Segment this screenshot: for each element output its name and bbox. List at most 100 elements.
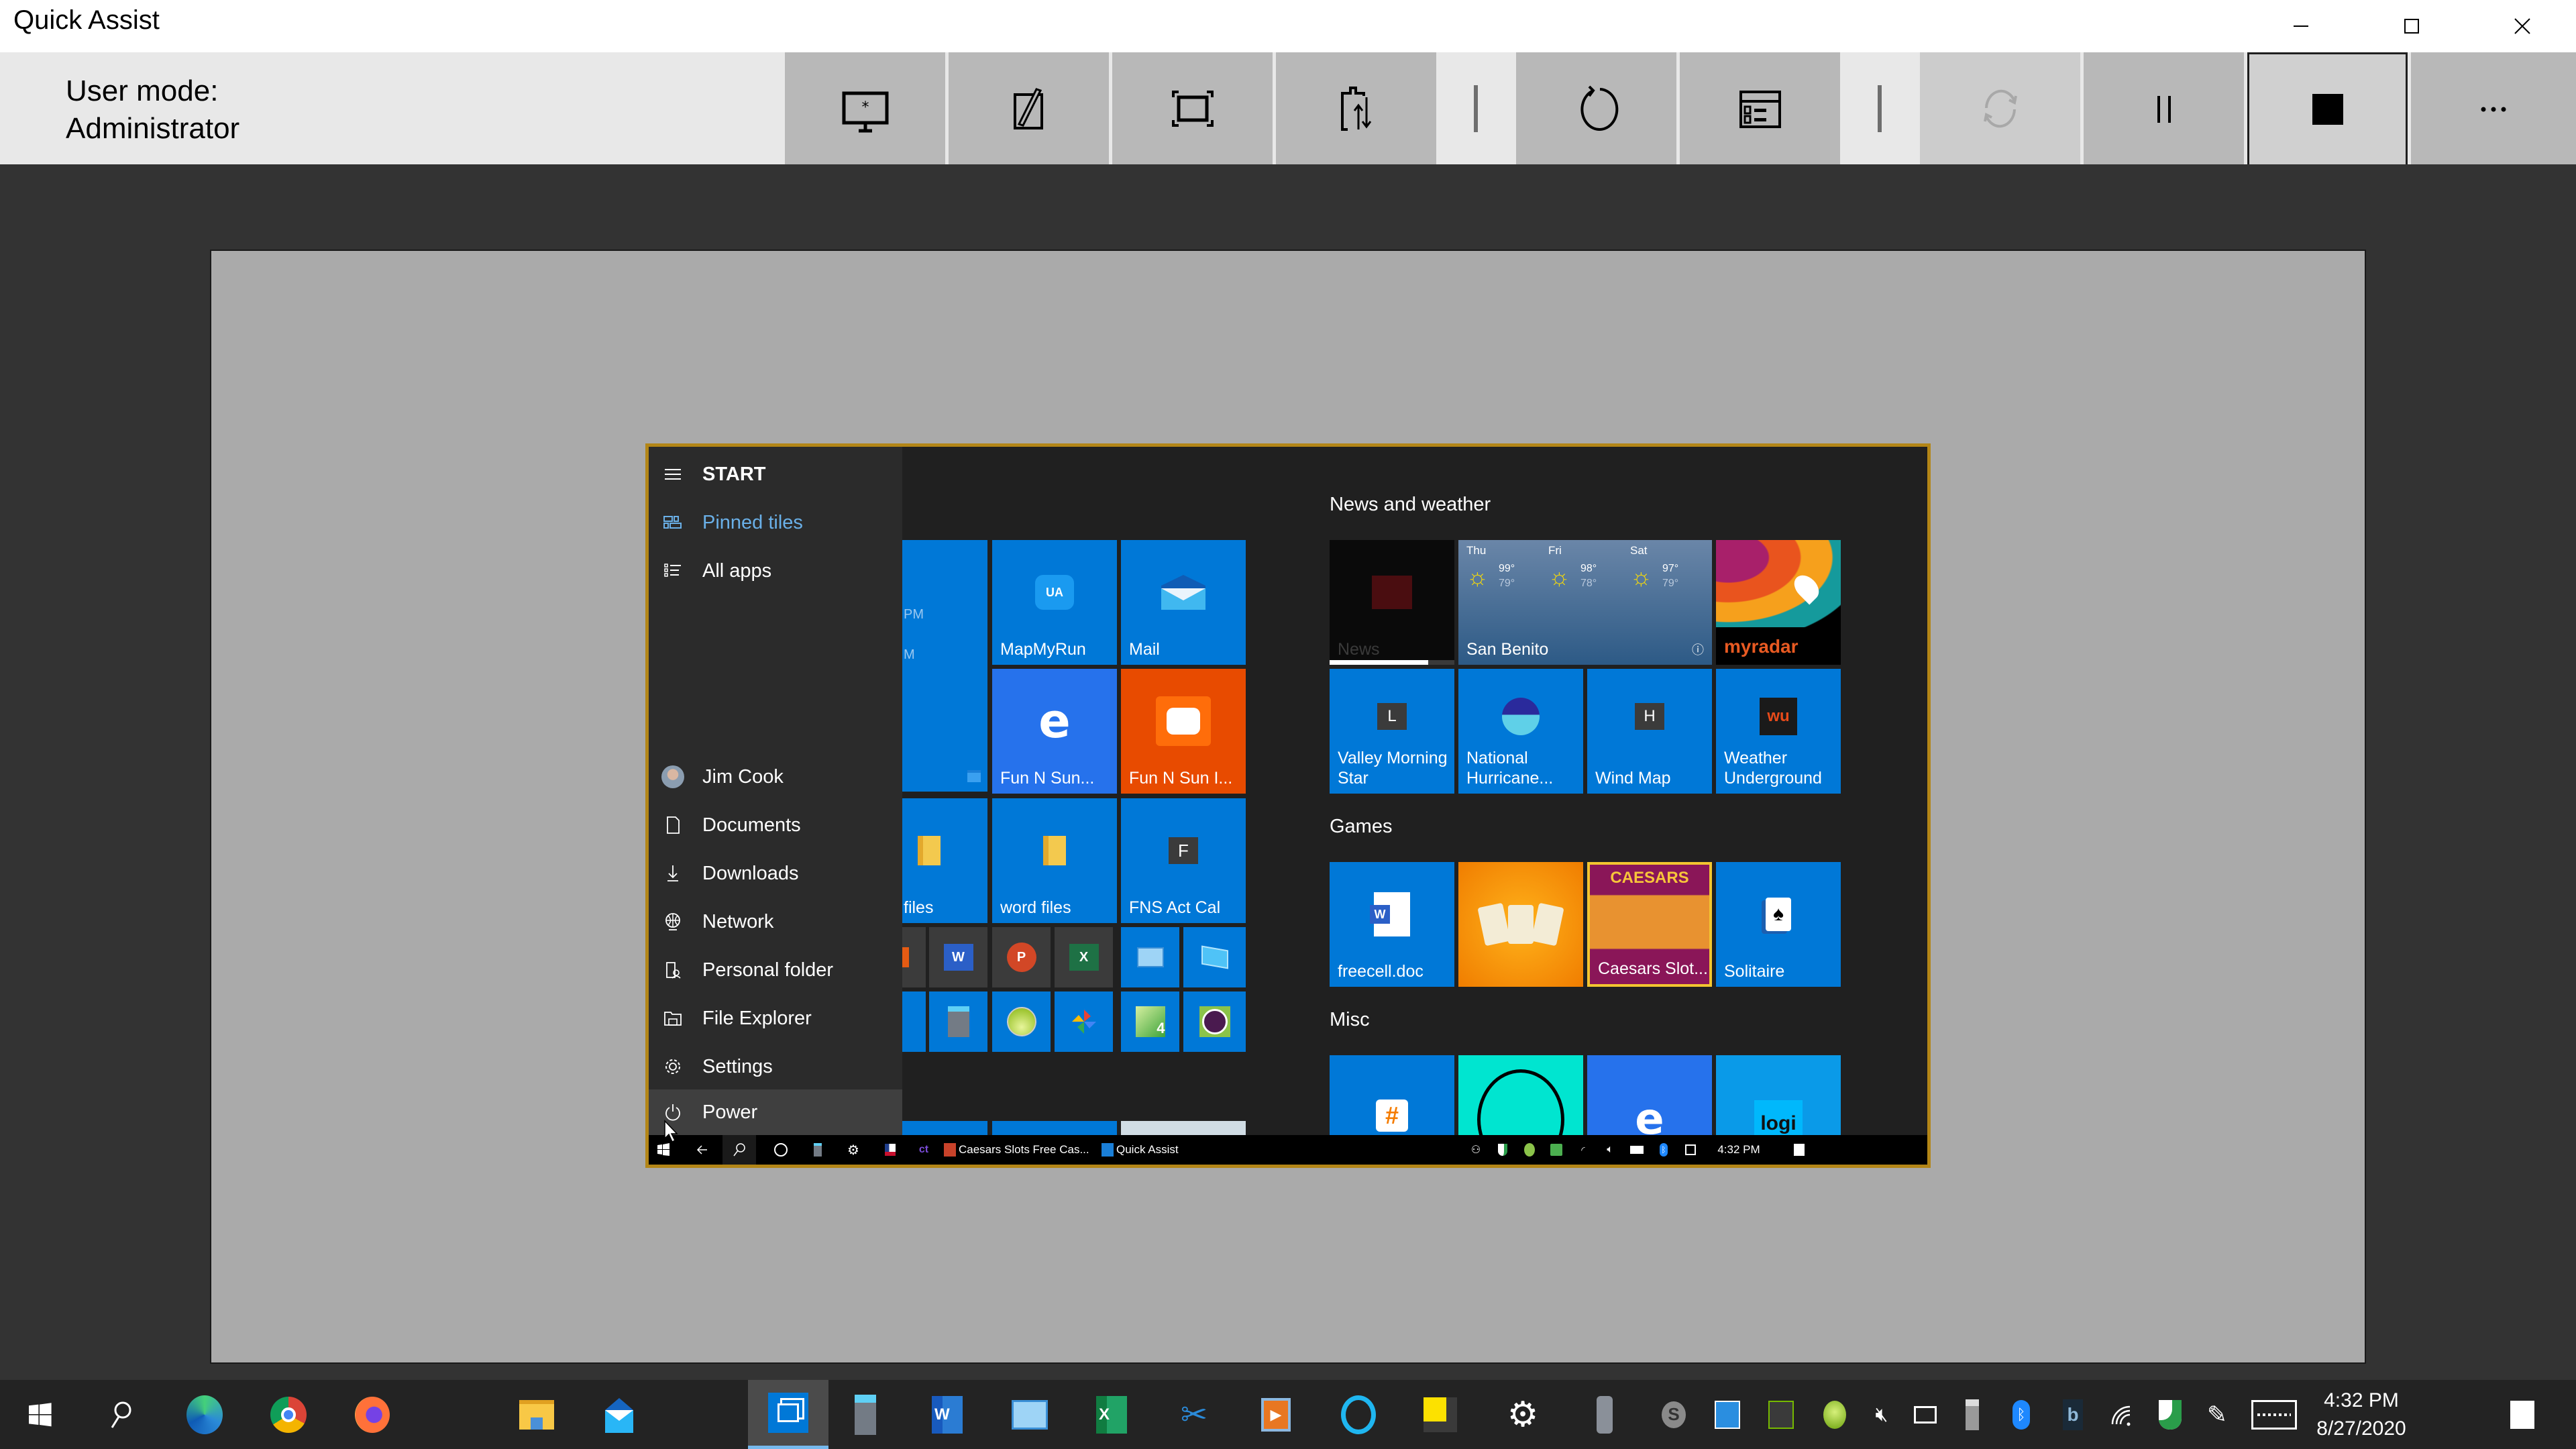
start-nav-pinned-tiles[interactable]: Pinned tiles <box>649 498 902 547</box>
taskbar-app-firefox[interactable] <box>339 1380 406 1449</box>
tile-green-orb[interactable] <box>992 991 1051 1052</box>
start-place-network[interactable]: Network <box>649 898 902 946</box>
tile-partial[interactable] <box>902 991 926 1052</box>
start-nav-all-apps[interactable]: All apps <box>649 547 902 595</box>
taskbar-app-media-player[interactable]: ▶ <box>1242 1380 1309 1449</box>
remote-tray-orb[interactable] <box>1517 1135 1542 1165</box>
remote-app-settings[interactable]: ⚙ <box>840 1135 867 1165</box>
tile-fun-n-sun-edge[interactable]: e Fun N Sun... <box>992 669 1117 794</box>
tile-wind-map[interactable]: H Wind Map <box>1587 669 1712 794</box>
start-place-settings[interactable]: Settings <box>649 1042 902 1091</box>
maximize-button[interactable] <box>2358 0 2465 52</box>
tile-powerpoint[interactable]: P <box>992 927 1051 987</box>
remote-tray-touchpad[interactable] <box>1678 1135 1703 1165</box>
tile-fun-n-sun-blogger[interactable]: Fun N Sun I... <box>1121 669 1246 794</box>
tile-word-files[interactable]: word files <box>992 798 1117 923</box>
taskbar-app-sticky-notes[interactable] <box>1407 1380 1474 1449</box>
reconnect-button[interactable] <box>1920 52 2080 164</box>
remote-tray-volume[interactable]: 🔈︎ <box>1598 1135 1622 1165</box>
remote-app-calculator[interactable] <box>804 1135 831 1165</box>
end-session-button[interactable] <box>2247 52 2408 164</box>
taskbar-app-edge[interactable] <box>171 1380 238 1449</box>
tile-logi[interactable]: logi <box>1716 1055 1841 1141</box>
tile-solitaire[interactable]: ♠ Solitaire <box>1716 862 1841 987</box>
tile-files-folder[interactable]: files <box>902 798 987 923</box>
tile-news[interactable]: News <box>1330 540 1454 665</box>
remote-tray-roboform[interactable] <box>1544 1135 1568 1165</box>
tray-intel[interactable] <box>1701 1380 1754 1449</box>
taskbar-app-word[interactable]: W <box>914 1380 981 1449</box>
remote-tray-wifi[interactable]: ◜ <box>1571 1135 1595 1165</box>
tile-mapmyrun[interactable]: UA MapMyRun <box>992 540 1117 665</box>
tile-excel[interactable]: X <box>1055 927 1113 987</box>
tile-freecell-doc[interactable]: W freecell.doc <box>1330 862 1454 987</box>
remote-tray-battery[interactable] <box>1625 1135 1649 1165</box>
tile-card-game[interactable] <box>1458 862 1583 987</box>
remote-taskbar-caesars[interactable]: Caesars Slots Free Cas... <box>944 1135 1098 1165</box>
start-place-documents[interactable]: Documents <box>649 801 902 849</box>
actual-size-button[interactable] <box>1112 52 1273 164</box>
start-place-personal-folder[interactable]: Personal folder <box>649 946 902 994</box>
tile-brain-app[interactable] <box>1458 1055 1583 1141</box>
select-monitor-button[interactable]: * <box>785 52 945 164</box>
remote-app-photos[interactable] <box>766 1135 796 1165</box>
tile-weather-san-benito[interactable]: Thu ☼ 99° 79° Fri ☼ 98° 78° Sat ☼ 97° 79… <box>1458 540 1712 665</box>
remote-search-button[interactable] <box>722 1135 756 1165</box>
instruction-channel-button[interactable] <box>1276 52 1436 164</box>
action-center-button[interactable] <box>2492 1380 2553 1449</box>
tray-wifi[interactable] <box>2100 1380 2147 1449</box>
tray-power[interactable] <box>1905 1380 1945 1449</box>
search-button[interactable] <box>87 1380 154 1449</box>
remote-app-texas[interactable] <box>877 1135 904 1165</box>
tile-office-partial[interactable] <box>902 927 926 987</box>
taskbar-app-voice-recorder[interactable] <box>1571 1380 1638 1449</box>
tray-touch-keyboard[interactable] <box>2244 1380 2304 1449</box>
start-button[interactable] <box>7 1380 74 1449</box>
minimize-button[interactable] <box>2247 0 2355 52</box>
taskbar-app-file-explorer[interactable] <box>503 1380 570 1449</box>
restart-button[interactable] <box>1516 52 1676 164</box>
tile-national-hurricane[interactable]: National Hurricane... <box>1458 669 1583 794</box>
taskbar-app-settings[interactable]: ⚙ <box>1489 1380 1556 1449</box>
start-menu-header[interactable]: START <box>649 450 902 498</box>
tray-app-b[interactable]: b <box>2049 1380 2096 1449</box>
tile-fns-act-cal[interactable]: F FNS Act Cal <box>1121 798 1246 923</box>
tile-green-app[interactable]: 4 <box>1121 991 1179 1052</box>
tile-edge[interactable]: e <box>1587 1055 1712 1141</box>
remote-back-button[interactable] <box>688 1135 717 1165</box>
task-manager-button[interactable] <box>1680 52 1840 164</box>
more-button[interactable] <box>2411 52 2576 164</box>
taskbar-app-quick-assist[interactable] <box>748 1380 828 1449</box>
remote-app-ct[interactable]: ct <box>910 1135 937 1165</box>
tray-skype[interactable]: S <box>1647 1380 1701 1449</box>
tile-caesars-slots[interactable]: CAESARS Caesars Slot... <box>1587 862 1712 987</box>
tray-usb[interactable] <box>1949 1380 1996 1449</box>
start-user-account[interactable]: Jim Cook <box>649 753 902 801</box>
annotate-button[interactable] <box>949 52 1109 164</box>
taskbar-app-cortana[interactable] <box>1325 1380 1392 1449</box>
tile-word[interactable]: W <box>929 927 987 987</box>
remote-desktop-view[interactable]: START Pinned tiles All apps Jim Cook Doc… <box>645 443 1931 1168</box>
tray-bluetooth[interactable]: ᛒ <box>1998 1380 2045 1449</box>
tile-lock-app[interactable] <box>1183 991 1246 1052</box>
remote-tray-defender[interactable] <box>1491 1135 1515 1165</box>
tile-calendar[interactable]: PM M <box>902 540 987 792</box>
taskbar-app-calculator[interactable] <box>832 1380 899 1449</box>
tray-nvidia[interactable] <box>1754 1380 1808 1449</box>
taskbar-app-excel[interactable]: X <box>1078 1380 1145 1449</box>
start-place-file-explorer[interactable]: File Explorer <box>649 994 902 1042</box>
remote-tray-bluetooth[interactable]: ᛒ <box>1652 1135 1676 1165</box>
remote-taskbar-quick-assist[interactable]: Quick Assist <box>1102 1135 1209 1165</box>
tray-green-orb[interactable] <box>1808 1380 1862 1449</box>
taskbar-app-chrome[interactable] <box>255 1380 322 1449</box>
tile-weather-underground[interactable]: wu Weather Underground <box>1716 669 1841 794</box>
tile-google-photos[interactable] <box>1055 991 1113 1052</box>
tray-pen[interactable]: ✎ <box>2194 1380 2241 1449</box>
pause-button[interactable] <box>2084 52 2244 164</box>
tray-volume-muted[interactable]: 🔇︎ <box>1862 1380 1902 1449</box>
tile-calculator[interactable] <box>929 991 987 1052</box>
taskbar-app-control-panel[interactable] <box>996 1380 1063 1449</box>
taskbar-app-snipping-tool[interactable]: ✂ <box>1161 1380 1228 1449</box>
tile-hashtag-app[interactable]: # <box>1330 1055 1454 1141</box>
tray-defender[interactable] <box>2147 1380 2194 1449</box>
